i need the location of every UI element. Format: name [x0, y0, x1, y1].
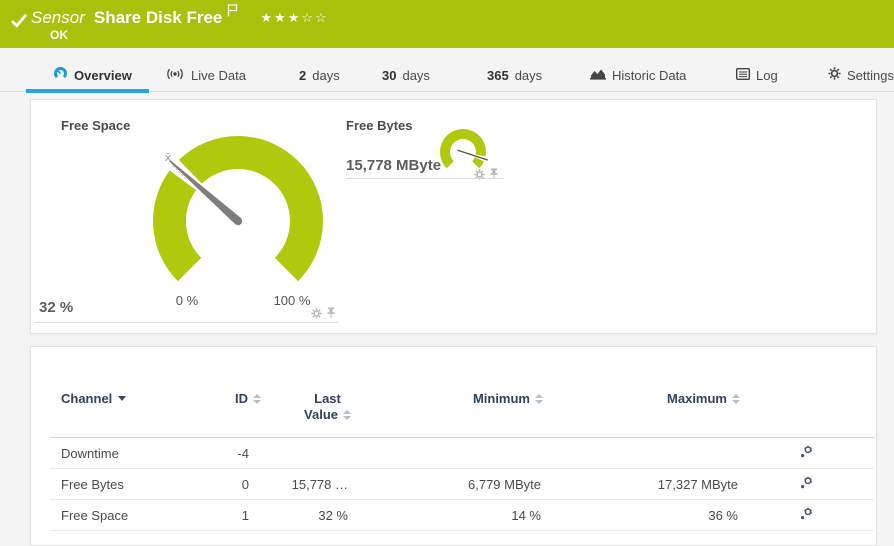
sort-icon	[343, 410, 351, 420]
channel-last-value: 15,778 …	[261, 477, 351, 492]
channel-id: -4	[221, 446, 261, 461]
channel-minimum: 6,779 MByte	[351, 477, 543, 492]
channel-id: 0	[221, 477, 261, 492]
widget-divider	[35, 322, 338, 323]
area-chart-icon	[590, 67, 606, 83]
column-header-maximum[interactable]: Maximum	[543, 391, 740, 406]
tab-historic-data[interactable]: Historic Data	[590, 65, 686, 85]
status-ok-check-icon	[10, 13, 28, 33]
tab-365-days[interactable]: 365days	[487, 65, 542, 85]
channel-name: Downtime	[50, 446, 221, 461]
tab-log[interactable]: Log	[736, 65, 778, 85]
column-header-minimum[interactable]: Minimum	[351, 391, 543, 406]
gear-icon	[828, 67, 841, 83]
widget-divider	[346, 178, 504, 179]
free-space-value: 32 %	[39, 299, 73, 316]
sort-icon	[253, 394, 261, 404]
tab-30-days[interactable]: 30days	[382, 65, 430, 85]
channel-minimum: 14 %	[351, 508, 543, 523]
table-row: Free Space 1 32 % 14 % 36 %	[50, 500, 874, 531]
tab-settings[interactable]: Settings	[828, 65, 894, 85]
channel-last-value: 32 %	[261, 508, 351, 523]
channel-id: 1	[221, 508, 261, 523]
channels-panel: Channel ID Last Value Minimum Maximum Do…	[30, 346, 877, 546]
log-list-icon	[736, 68, 750, 83]
table-row: Downtime -4	[50, 438, 874, 469]
sensor-type-label: Sensor	[31, 8, 85, 28]
widget-pin-icon[interactable]	[489, 167, 499, 185]
gauge-icon	[53, 66, 68, 84]
priority-stars[interactable]: ★★★☆☆	[260, 11, 328, 26]
channel-settings-icon[interactable]	[799, 509, 813, 524]
sort-desc-icon	[118, 396, 126, 401]
gauge-scale-min: 0 %	[157, 293, 217, 308]
sensor-status-text: OK	[50, 28, 68, 42]
sort-icon	[535, 394, 543, 404]
tab-bar: Overview Live Data 2days 30days 365days …	[0, 48, 894, 99]
sensor-header: Sensor Share Disk Free ★★★☆☆ OK	[0, 0, 894, 48]
gauges-panel: Free Space x̄ 0 % 100 % 32 % Free Bytes …	[30, 99, 877, 334]
column-header-id[interactable]: ID	[221, 391, 261, 406]
channel-maximum: 36 %	[543, 508, 740, 523]
active-tab-underline	[26, 89, 149, 93]
sort-icon	[732, 394, 740, 404]
channel-name: Free Space	[50, 508, 221, 523]
broadcast-icon	[165, 67, 185, 84]
flag-icon[interactable]	[227, 4, 238, 22]
free-space-title: Free Space	[61, 118, 130, 133]
free-bytes-value: 15,778 MByte	[346, 157, 441, 174]
free-space-gauge: x̄	[138, 121, 338, 321]
channel-maximum: 17,327 MByte	[543, 477, 740, 492]
free-bytes-title: Free Bytes	[346, 118, 412, 133]
tab-overview[interactable]: Overview	[53, 65, 132, 85]
table-row: Free Bytes 0 15,778 … 6,779 MByte 17,327…	[50, 469, 874, 500]
channel-settings-icon[interactable]	[799, 447, 813, 462]
tab-live-data[interactable]: Live Data	[165, 65, 246, 85]
tab-2-days[interactable]: 2days	[299, 65, 340, 85]
table-header-row: Channel ID Last Value Minimum Maximum	[50, 391, 874, 438]
widget-gear-icon[interactable]	[474, 167, 485, 185]
sensor-title: Share Disk Free	[94, 8, 223, 28]
column-header-channel[interactable]: Channel	[50, 391, 221, 406]
column-header-last-value[interactable]: Last Value	[261, 391, 351, 423]
channel-settings-icon[interactable]	[799, 478, 813, 493]
channel-name: Free Bytes	[50, 477, 221, 492]
